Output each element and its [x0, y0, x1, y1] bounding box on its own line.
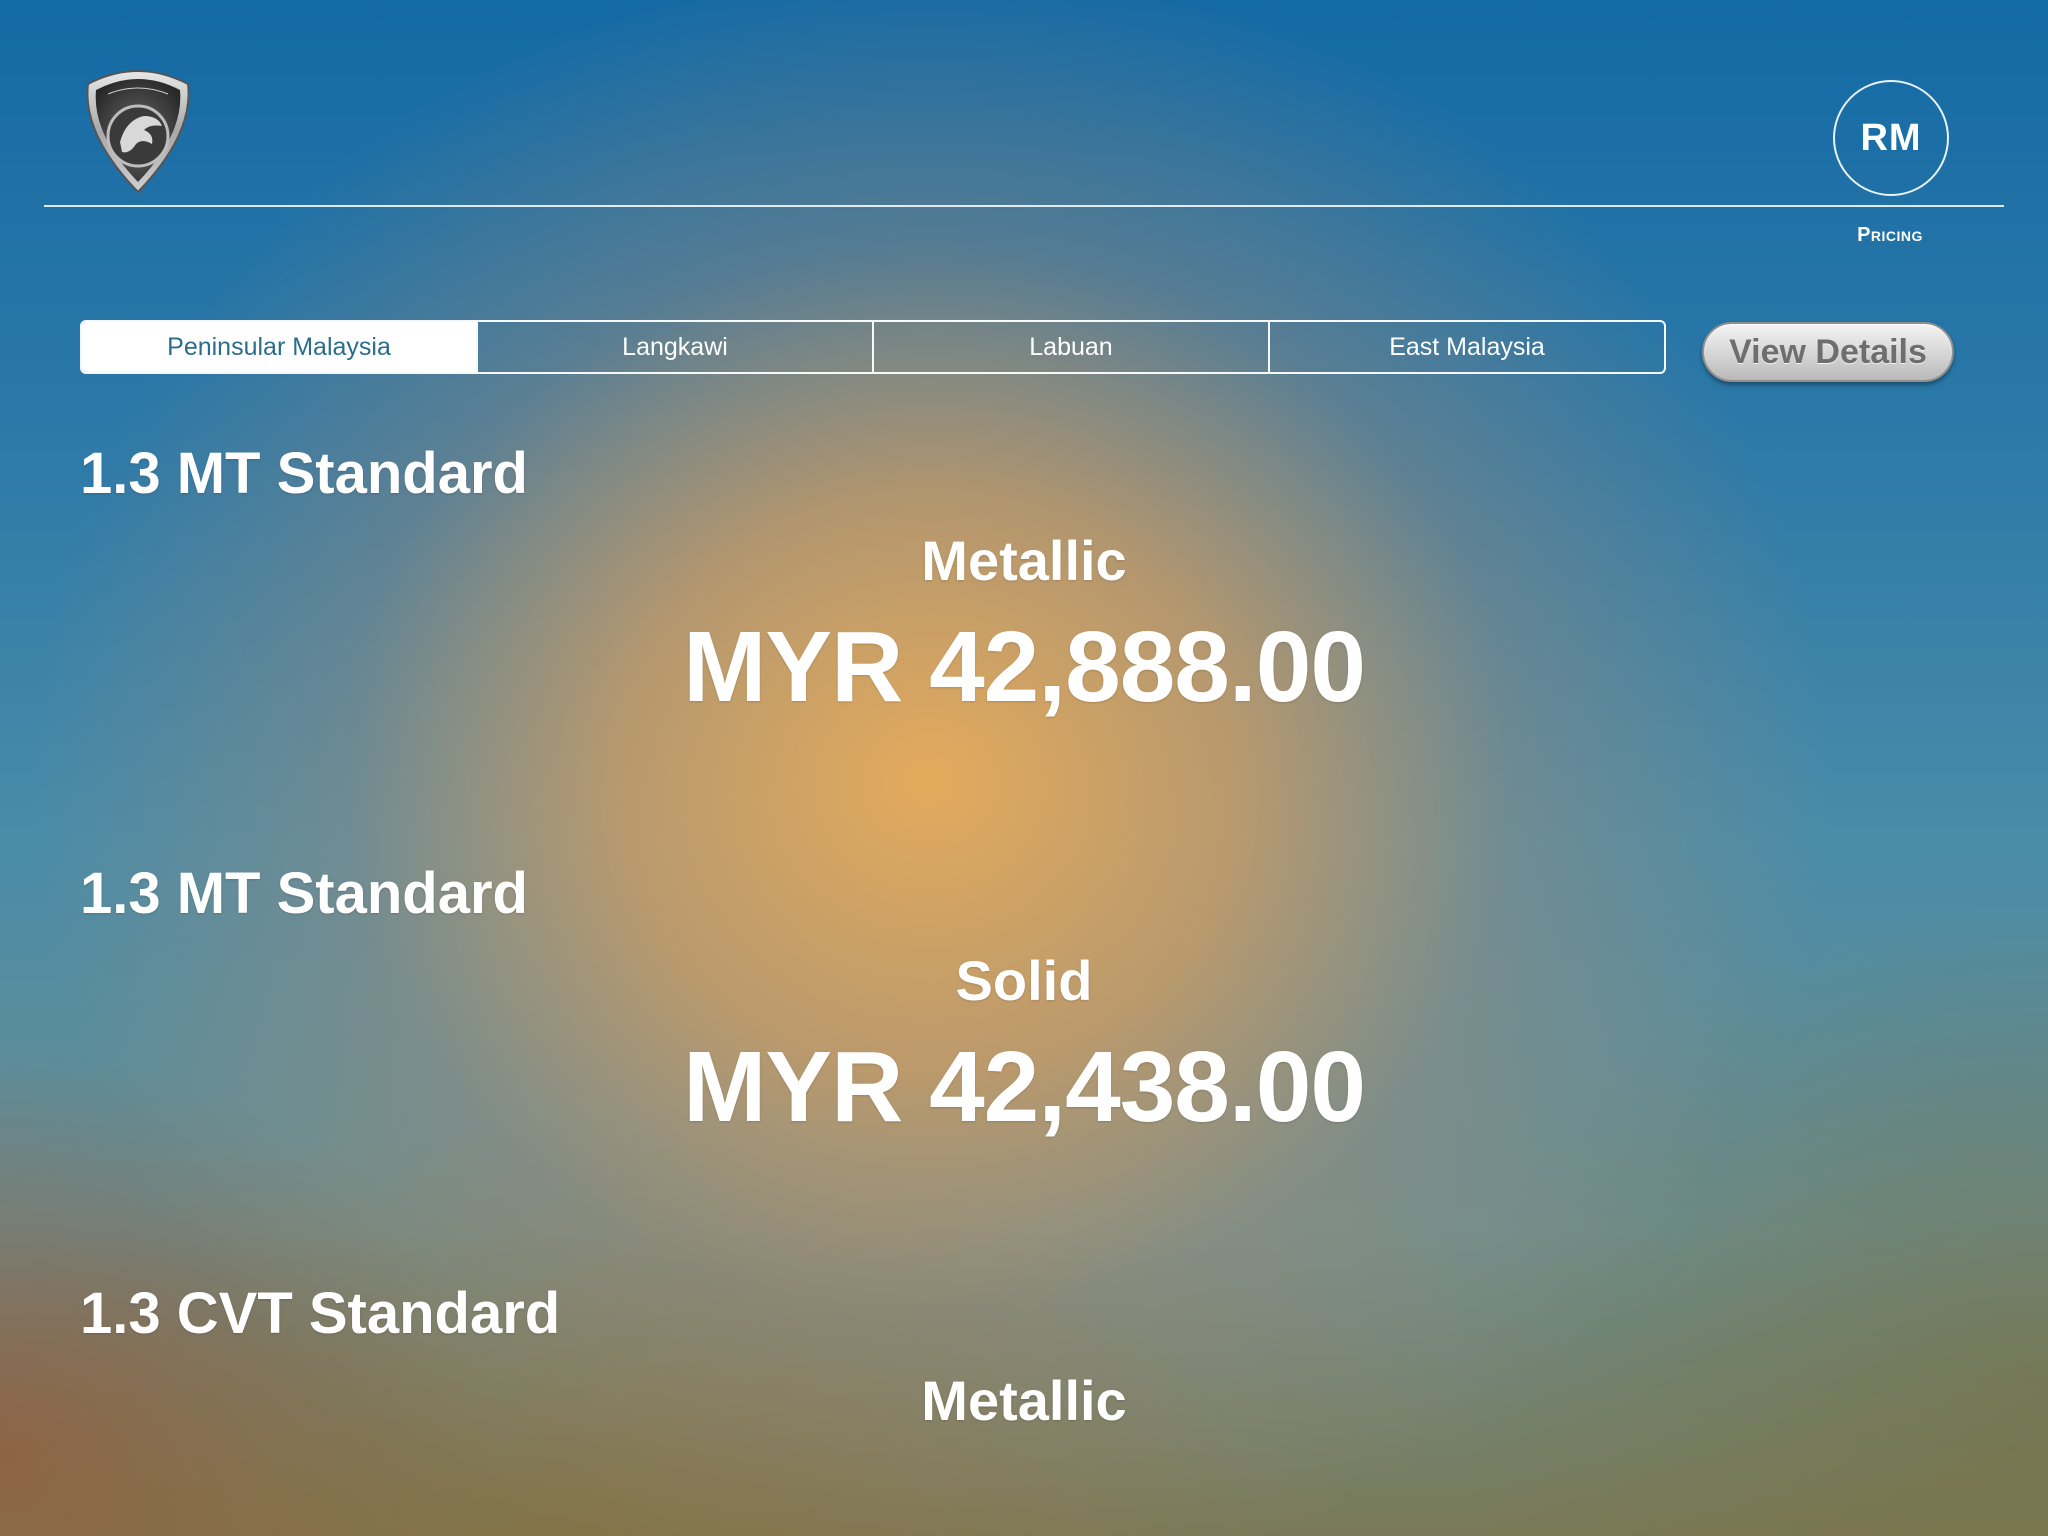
proton-shield-icon [86, 70, 190, 194]
price-value: MYR 42,438.00 [683, 1031, 1366, 1143]
model-name: 1.3 MT Standard [80, 861, 528, 926]
pricing-label: Pricing [1857, 224, 1923, 246]
tab-labuan[interactable]: Labuan [872, 322, 1268, 372]
tab-east-malaysia[interactable]: East Malaysia [1268, 322, 1664, 372]
currency-button[interactable]: RM [1833, 80, 1949, 196]
tab-peninsular-malaysia[interactable]: Peninsular Malaysia [82, 322, 476, 372]
price-value: MYR 42,888.00 [683, 611, 1366, 723]
tab-langkawi[interactable]: Langkawi [476, 322, 872, 372]
region-segmented-control: Peninsular Malaysia Langkawi Labuan East… [80, 320, 1666, 374]
header-divider [44, 205, 2004, 207]
paint-type: Solid [955, 949, 1093, 1012]
model-name: 1.3 MT Standard [80, 441, 528, 506]
paint-type: Metallic [921, 529, 1127, 592]
proton-logo [78, 64, 198, 196]
paint-type: Metallic [921, 1369, 1127, 1432]
view-details-button[interactable]: View Details [1702, 322, 1954, 382]
model-name: 1.3 CVT Standard [80, 1281, 561, 1346]
